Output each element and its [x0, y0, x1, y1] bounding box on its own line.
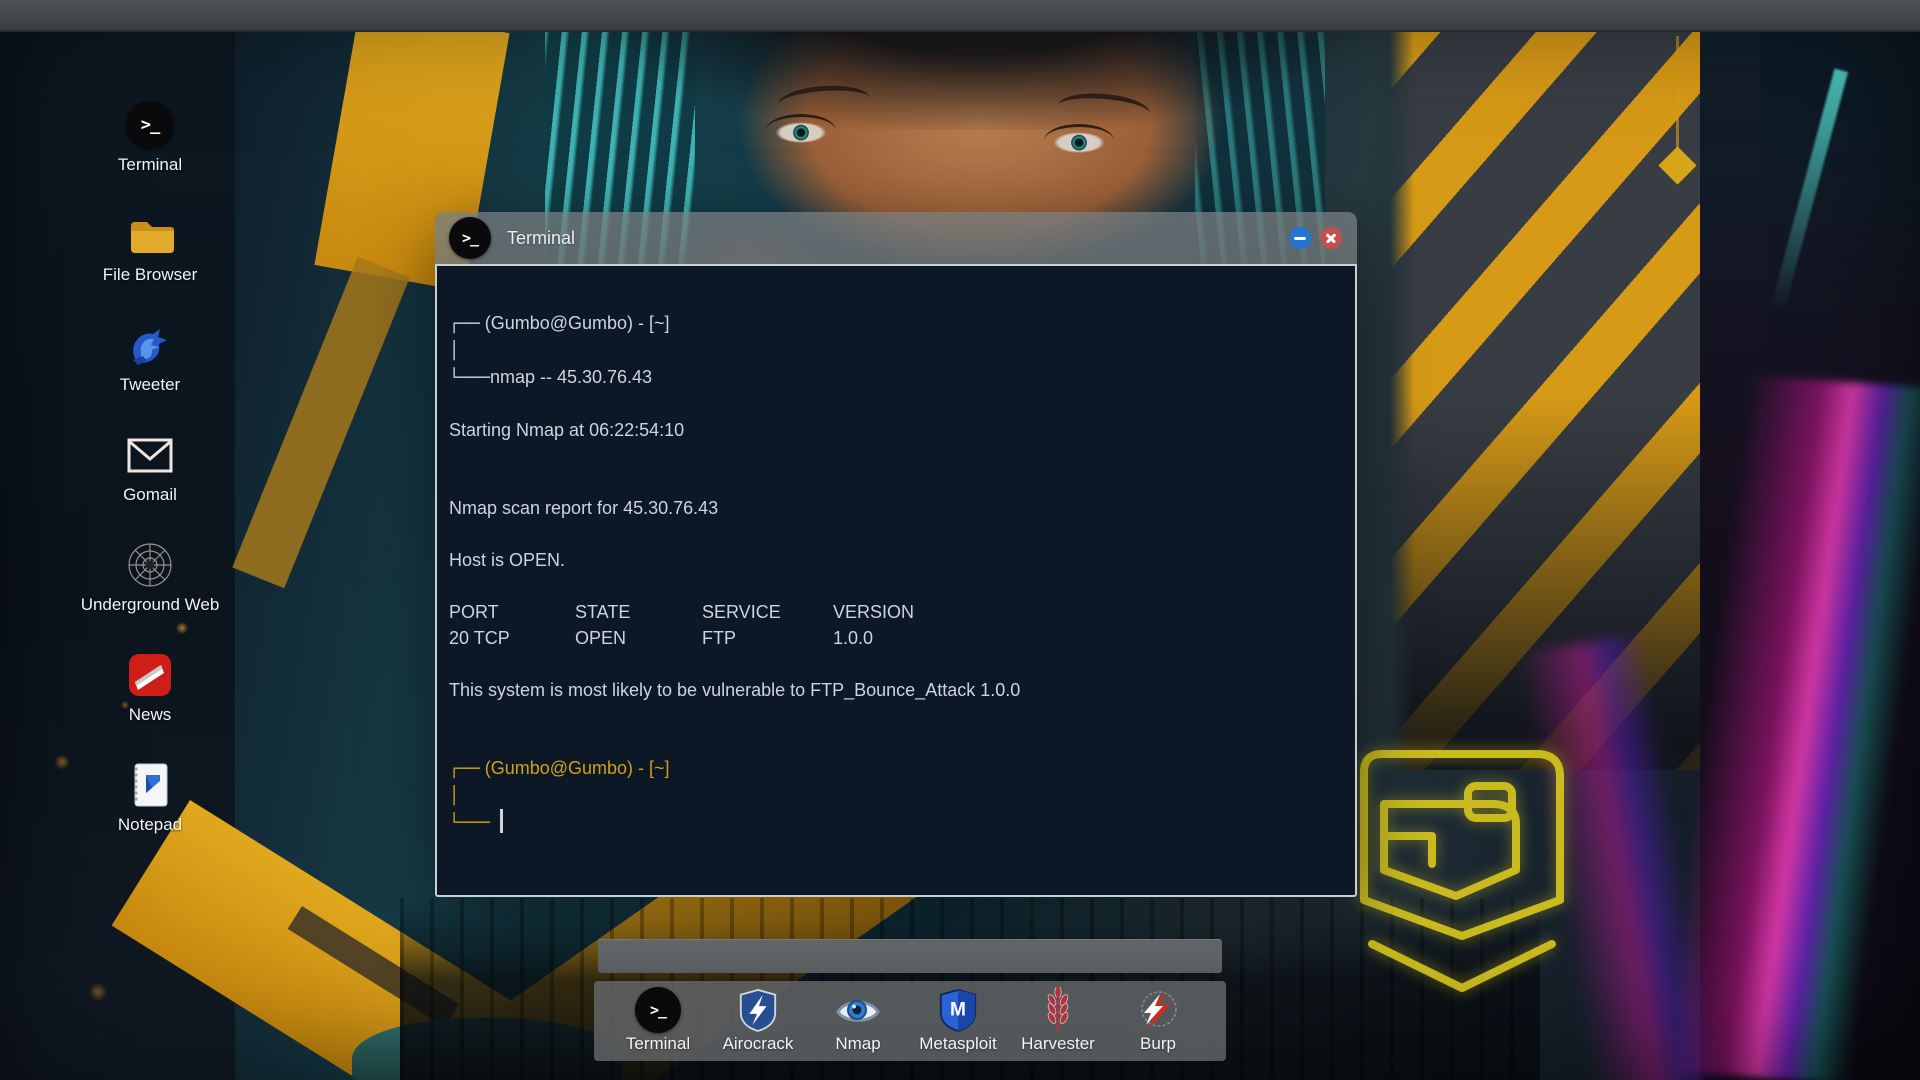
vulnerability-line: This system is most likely to be vulnera…: [449, 680, 1021, 700]
desktop-icon-label: Terminal: [117, 155, 183, 174]
news-icon: [125, 650, 175, 700]
terminal-titlebar[interactable]: >_ Terminal: [435, 212, 1357, 264]
starting-line: Starting Nmap at 06:22:54:10: [449, 420, 685, 440]
desktop-icon-terminal[interactable]: >_ Terminal: [75, 100, 225, 210]
host-line: Host is OPEN.: [449, 550, 566, 570]
dock-item-airocrack[interactable]: Airocrack: [708, 987, 808, 1061]
prompt-line-1: ┌── (Gumbo@Gumbo) - [~]: [449, 313, 670, 334]
prompt2-line-pipe: │: [449, 786, 460, 806]
scan-table-header: PORT STATE SERVICE VERSION: [449, 602, 915, 622]
dock-item-harvester[interactable]: Harvester: [1008, 987, 1108, 1061]
window-title: Terminal: [507, 227, 576, 248]
prompt-line-pipe: │: [449, 341, 460, 361]
top-taskbar: [0, 0, 1920, 32]
desktop-icon-notepad[interactable]: Notepad: [75, 760, 225, 870]
desktop-icon-label: News: [128, 705, 172, 724]
dock-handle-bar[interactable]: [598, 939, 1222, 973]
dock-item-label: Airocrack: [722, 1034, 794, 1053]
desktop-icon-label: Underground Web: [80, 595, 220, 614]
command-text: nmap -- 45.30.76.43: [489, 367, 653, 387]
desktop-icon-label: Gomail: [123, 485, 177, 504]
terminal-icon: >_: [635, 987, 681, 1033]
close-button[interactable]: [1320, 227, 1342, 249]
terminal-icon: >_: [126, 101, 174, 149]
burp-lightning-icon: [1135, 987, 1181, 1033]
svg-text:M: M: [950, 1000, 966, 1021]
desktop-icon-file-browser[interactable]: File Browser: [75, 210, 225, 320]
text-cursor: [499, 809, 503, 833]
envelope-icon: [125, 430, 175, 480]
bird-icon: [125, 320, 175, 370]
terminal-content: ┌── (Gumbo@Gumbo) - [~] │ └───nmap -- 45…: [437, 266, 1355, 836]
report-line: Nmap scan report for 45.30.76.43: [449, 498, 719, 518]
dock-item-label: Metasploit: [919, 1034, 997, 1053]
notepad-icon: [125, 760, 175, 810]
terminal-icon: >_: [449, 217, 491, 259]
folder-icon: [125, 210, 175, 260]
wheat-icon: [1035, 987, 1081, 1033]
spiderweb-icon: [125, 540, 175, 590]
desktop-icon-news[interactable]: News: [75, 650, 225, 760]
dock-item-label: Nmap: [835, 1034, 881, 1053]
prompt2-input-line: └───: [449, 809, 1335, 836]
dock-item-terminal[interactable]: >_ Terminal: [608, 987, 708, 1061]
desktop-icon-column: >_ Terminal File Browser Tweeter Gomail …: [75, 100, 225, 870]
dock-item-label: Burp: [1140, 1034, 1176, 1053]
desktop-icon-label: File Browser: [102, 265, 198, 284]
desktop-icon-label: Notepad: [117, 815, 183, 834]
shield-lightning-icon: [735, 987, 781, 1033]
dock: >_ Terminal Airocrack Nmap M Metasploit …: [594, 981, 1226, 1061]
desktop-icon-tweeter[interactable]: Tweeter: [75, 320, 225, 430]
desktop-icon-label: Tweeter: [119, 375, 181, 394]
prompt2-line-1: ┌── (Gumbo@Gumbo) - [~]: [449, 758, 670, 779]
eye-icon: [835, 987, 881, 1033]
terminal-window: >_ Terminal ┌── (Gumbo@Gumbo) - [~] │ └─…: [435, 212, 1357, 897]
dock-item-burp[interactable]: Burp: [1108, 987, 1208, 1061]
prompt-command-line: └───nmap -- 45.30.76.43: [449, 367, 653, 388]
dock-item-label: Terminal: [625, 1034, 691, 1053]
desktop-icon-underground-web[interactable]: Underground Web: [75, 540, 225, 650]
dock-item-nmap[interactable]: Nmap: [808, 987, 908, 1061]
shield-m-icon: M: [935, 987, 981, 1033]
dock-item-metasploit[interactable]: M Metasploit: [908, 987, 1008, 1061]
terminal-output-area[interactable]: ┌── (Gumbo@Gumbo) - [~] │ └───nmap -- 45…: [435, 264, 1357, 897]
scan-table-row: 20 TCP OPEN FTP 1.0.0: [449, 628, 874, 648]
minimize-button[interactable]: [1289, 227, 1311, 249]
desktop-icon-gomail[interactable]: Gomail: [75, 430, 225, 540]
dock-item-label: Harvester: [1021, 1034, 1095, 1053]
minimize-icon: [1294, 236, 1306, 240]
